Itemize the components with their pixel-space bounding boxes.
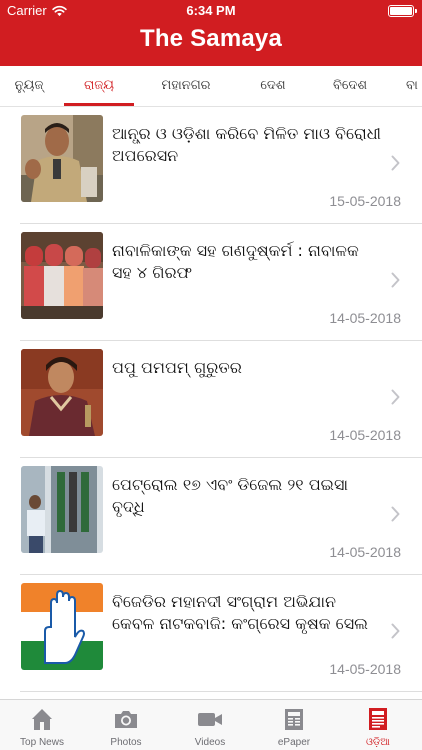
- news-list: ଆନ୍ଧ୍ର ଓ ଓଡ଼ିଶା କରିବେ ମିଳିତ ମାଓ ବିରୋଧୀ ଅ…: [0, 107, 422, 699]
- nav-top-news[interactable]: Top News: [0, 700, 84, 750]
- news-date: 14-05-2018: [329, 544, 401, 560]
- row-divider: [20, 691, 422, 692]
- tab-news[interactable]: ନ୍ୟୁଜ୍: [0, 66, 58, 106]
- news-headline: ଆନ୍ଧ୍ର ଓ ଓଡ଼ିଶା କରିବେ ମିଳିତ ମାଓ ବିରୋଧୀ ଅ…: [112, 124, 382, 165]
- nav-label: ଓଡ଼ିଆ: [366, 737, 390, 748]
- home-icon: [32, 709, 52, 730]
- news-headline: ନାବାଳିକାଙ୍କ ସହ ଗଣଦୁଷ୍କର୍ମ : ନାବାଳକ ସହ ୪ …: [112, 241, 359, 282]
- arrested-youths-photo: [21, 232, 103, 319]
- nav-odia[interactable]: ଓଡ଼ିଆ: [336, 700, 420, 750]
- chevron-right-icon: [391, 389, 400, 405]
- news-headline: ପପୁ ପମପମ୍ ଗୁରୁତର: [112, 358, 242, 377]
- news-headline: ପେଟ୍ରୋଲ ୧୭ ଏବଂ ଡିଜେଲ ୨୧ ପଇସା ବୃଦ୍ଧି: [112, 475, 349, 516]
- congress-hand-logo: [21, 583, 103, 670]
- nav-label: Videos: [194, 737, 226, 748]
- video-icon: [198, 713, 222, 726]
- news-item[interactable]: ପପୁ ପମପମ୍ ଗୁରୁତର 14-05-2018: [0, 341, 422, 458]
- news-item[interactable]: ଆନ୍ଧ୍ର ଓ ଓଡ଼ିଶା କରିବେ ମିଳିତ ମାଓ ବିରୋଧୀ ଅ…: [0, 107, 422, 224]
- news-thumbnail: [21, 115, 103, 202]
- chevron-right-icon: [391, 623, 400, 639]
- news-date: 15-05-2018: [329, 193, 401, 209]
- chevron-right-icon: [391, 272, 400, 288]
- status-time: 6:34 PM: [186, 3, 236, 18]
- nav-photos[interactable]: Photos: [84, 700, 168, 750]
- category-tabs: ନ୍ୟୁଜ୍ ରାଜ୍ୟ ମହାନଗର ଦେଶ ବିଦେଶ ବା: [0, 66, 422, 107]
- nav-label: Top News: [20, 737, 64, 748]
- camera-icon: [115, 711, 137, 728]
- battery-icon: [388, 5, 417, 17]
- actor-portrait-photo: [21, 349, 103, 436]
- tab-partial[interactable]: ବା: [406, 66, 422, 106]
- chevron-right-icon: [391, 155, 400, 171]
- news-thumbnail: [21, 466, 103, 553]
- nav-epaper[interactable]: ePaper: [252, 700, 336, 750]
- news-thumbnail: [21, 583, 103, 670]
- newspaper-icon: [285, 709, 303, 730]
- news-thumbnail: [21, 232, 103, 319]
- police-officer-photo: [21, 115, 103, 202]
- news-item[interactable]: ବିଜେଡିର ମହାନଦୀ ସଂଗ୍ରାମ ଅଭିଯାନ କେବଳ ନାଟକବ…: [0, 575, 422, 692]
- news-headline: ବିଜେଡିର ମହାନଦୀ ସଂଗ୍ରାମ ଅଭିଯାନ କେବଳ ନାଟକବ…: [112, 592, 369, 633]
- news-date: 14-05-2018: [329, 661, 401, 677]
- app-title: The Samaya: [139, 25, 283, 52]
- tab-state[interactable]: ରାଜ୍ୟ: [64, 66, 134, 106]
- nav-label: ePaper: [277, 737, 311, 748]
- odia-paper-icon: [369, 708, 387, 730]
- nav-videos[interactable]: Videos: [168, 700, 252, 750]
- news-date: 14-05-2018: [329, 427, 401, 443]
- news-date: 14-05-2018: [329, 310, 401, 326]
- tab-country[interactable]: ଦେଶ: [245, 66, 301, 106]
- chevron-right-icon: [391, 506, 400, 522]
- bottom-tab-bar: Top News Photos Videos ePaper ଓଡ଼ିଆ: [0, 699, 422, 750]
- nav-label: Photos: [110, 737, 142, 748]
- status-bar: Carrier 6:34 PM: [0, 0, 422, 22]
- news-item[interactable]: ନାବାଳିକାଙ୍କ ସହ ଗଣଦୁଷ୍କର୍ମ : ନାବାଳକ ସହ ୪ …: [0, 224, 422, 341]
- active-tab-indicator: [64, 103, 134, 106]
- app-header: Carrier 6:34 PM The Samaya: [0, 0, 422, 66]
- news-thumbnail: [21, 349, 103, 436]
- fuel-pump-photo: [21, 466, 103, 553]
- tab-metro[interactable]: ମହାନଗର: [145, 66, 227, 106]
- news-item[interactable]: ପେଟ୍ରୋଲ ୧୭ ଏବଂ ଡିଜେଲ ୨୧ ପଇସା ବୃଦ୍ଧି 14-0…: [0, 458, 422, 575]
- app-screen: Carrier 6:34 PM The Samaya ନ୍ୟୁଜ୍ ରାଜ୍ୟ …: [0, 0, 422, 750]
- tab-world[interactable]: ବିଦେଶ: [318, 66, 382, 106]
